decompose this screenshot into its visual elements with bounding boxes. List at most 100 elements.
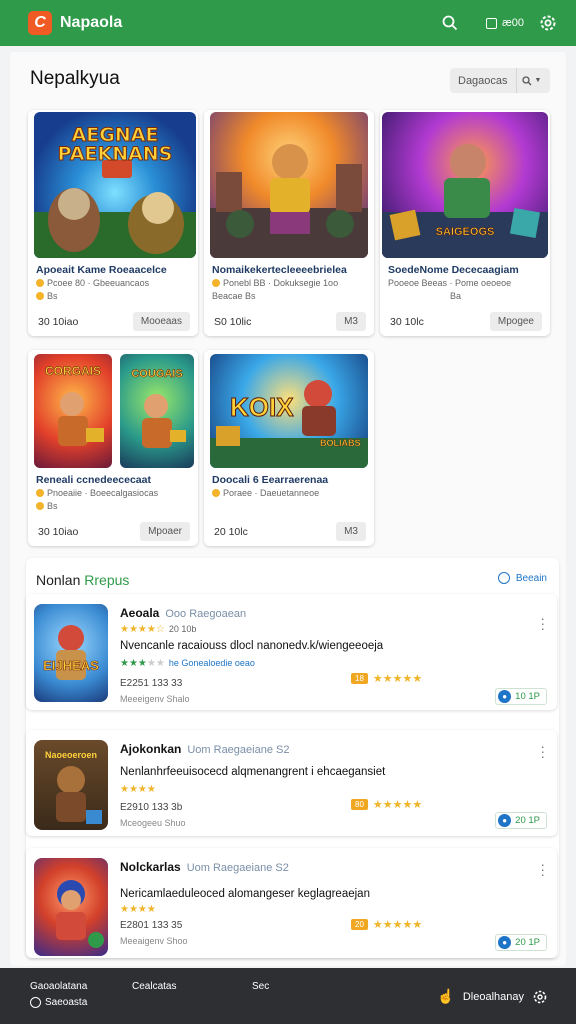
game-meta-secondary: Bs: [36, 291, 58, 301]
game-price: S0 10lic: [214, 316, 252, 328]
nav-tab-3[interactable]: Sec: [252, 981, 269, 992]
game-meta-secondary: Bs: [36, 501, 58, 511]
game-art: SAIGEOGS: [382, 112, 548, 258]
page-title: Nepalkyua: [30, 68, 120, 89]
coin-icon: ●: [498, 936, 512, 949]
coin-icon: [36, 292, 44, 300]
game-action-button[interactable]: M3: [336, 522, 366, 541]
price-pill[interactable]: ● 20 1P: [495, 934, 547, 951]
search-icon: [521, 75, 532, 85]
item-secondary-rating: ★★★★★ he Gonealoedie oeao: [120, 658, 255, 669]
search-icon[interactable]: [436, 9, 464, 37]
help-icon: [30, 997, 41, 1008]
nav-right-action[interactable]: ☝ Dleoalhanay: [437, 988, 548, 1005]
coin-icon: ●: [498, 814, 512, 827]
item-footnote: Meeaigenv Shoo: [120, 936, 188, 946]
hand-pointer-icon: ☝: [437, 988, 455, 1004]
price-pill[interactable]: ● 10 1P: [495, 688, 547, 705]
game-action-button[interactable]: Mooeaas: [132, 312, 190, 331]
list-item[interactable]: EIJHEAS Aeoala Ooo Raegoaean ★★★★☆ 20 10b …: [26, 594, 557, 710]
game-art-title: AEGNAE PAEKNANS: [57, 124, 173, 165]
game-meta-secondary: Ba: [450, 291, 462, 301]
item-footnote: Meeeigenv Shalo: [120, 694, 190, 704]
item-stats: E2910 133 3b: [120, 802, 183, 813]
sort-label: Dagaocas: [450, 68, 517, 93]
game-art: COUGAIS: [120, 354, 194, 468]
more-options-icon[interactable]: · · ·: [540, 857, 545, 881]
game-art: CORGAIS: [34, 354, 112, 468]
item-description: Nenlanhrfeeuisocecd alqmenangrent i ehca…: [120, 766, 386, 778]
game-art-title: SAIGEOGS: [435, 226, 495, 239]
game-title: Nomaikekertecleeeebrielea: [212, 264, 347, 276]
game-action-button[interactable]: Mpogee: [489, 312, 542, 331]
nav-tab-2[interactable]: Cealcatas: [132, 981, 176, 992]
settings-icon[interactable]: [534, 9, 562, 37]
sort-control[interactable]: Dagaocas ▼: [450, 68, 550, 93]
news-section: Nonlan Rrepus Beeain EIJHEAS Aeoala Ooo R…: [26, 558, 559, 958]
item-description: Nvencanle racaiouss dlocl nanonedv.k/wie…: [120, 640, 384, 652]
more-options-icon[interactable]: · · ·: [540, 611, 545, 635]
coin-icon: [212, 279, 220, 287]
item-title: Ajokonkan Uom Raegaeiane S2: [120, 742, 290, 756]
game-meta: Pooeoe Beeas · Pome oeoeoe: [388, 278, 512, 288]
game-art: KOIX BOLIABS: [210, 354, 368, 468]
game-card[interactable]: Nomaikekertecleeeebrielea Ponebl BB · Do…: [204, 110, 374, 336]
item-description: Nericamlaeduleoced alomangeser keglagrea…: [120, 888, 370, 900]
game-action-button[interactable]: M3: [336, 312, 366, 331]
game-thumbnail: [34, 858, 108, 956]
chevron-down-icon: ▼: [534, 77, 542, 84]
game-meta-secondary: Beacae Bs: [212, 291, 256, 301]
top-bar: C Napaola æ00: [0, 0, 576, 46]
nav-tab-1[interactable]: Gaoaolatana: [30, 981, 87, 992]
item-rating: ★★★★☆ 20 10b: [120, 624, 197, 635]
account-button[interactable]: æ00: [485, 17, 524, 29]
list-item[interactable]: Naoeoeroen Ajokonkan Uom Raegaeiane S2 Ne…: [26, 730, 557, 836]
item-star-rating: 18 ★★★★★: [351, 672, 422, 685]
game-price: 30 10lc: [390, 316, 424, 328]
item-title: Aeoala Ooo Raegoaean: [120, 606, 247, 620]
price-pill[interactable]: ● 20 1P: [495, 812, 547, 829]
coin-icon: [36, 489, 44, 497]
news-see-all-link[interactable]: Beeain: [497, 572, 547, 584]
game-art: [210, 112, 368, 258]
item-stats: E2801 133 35: [120, 920, 183, 931]
game-card[interactable]: KOIX BOLIABS Doocali 6 Eearraerenaa Pora…: [204, 350, 374, 546]
more-options-icon[interactable]: · · ·: [540, 739, 545, 763]
game-thumbnail: Naoeoeroen: [34, 740, 108, 830]
item-stats: E2251 133 33: [120, 678, 183, 689]
bottom-nav: Gaoaolatana Cealcatas Sec Saeoasta ☝ Dle…: [0, 968, 576, 1024]
game-title: SoedeNome Dececaagiam: [388, 264, 519, 276]
game-meta: Poraee · Daeuetanneoe: [212, 488, 319, 498]
main-panel: Nepalkyua Dagaocas ▼ AEGNAE PAEKNANS Apo…: [10, 52, 566, 966]
app-logo[interactable]: C: [28, 11, 52, 35]
coin-icon: [212, 489, 220, 497]
nav-sub-item[interactable]: Saeoasta: [30, 997, 87, 1008]
wallet-icon: [485, 17, 497, 29]
game-title: Apoeait Kame Roeaacelce: [36, 264, 167, 276]
item-star-rating: 20 ★★★★★: [351, 918, 422, 931]
news-section-title: Nonlan Rrepus: [36, 572, 130, 588]
item-footnote: Mceogeeu Shuo: [120, 818, 186, 828]
game-title: Doocali 6 Eearraerenaa: [212, 474, 329, 486]
app-title: Napaola: [60, 14, 123, 31]
coin-icon: [36, 279, 44, 287]
coin-icon: ●: [498, 690, 512, 703]
game-title: Reneali ccnedeececaat: [36, 474, 151, 486]
game-thumbnail: EIJHEAS: [34, 604, 108, 702]
game-action-button[interactable]: Mpoaer: [140, 522, 190, 541]
account-label: æ00: [501, 17, 524, 29]
game-meta: Pnoeaiie · Boeecalgasiocas: [36, 488, 158, 498]
game-card[interactable]: SAIGEOGS SoedeNome Dececaagiam Pooeoe Be…: [380, 110, 550, 336]
settings-icon: [533, 990, 547, 1003]
item-rating: ★★★★: [120, 784, 156, 795]
coin-icon: [36, 502, 44, 510]
game-art: AEGNAE PAEKNANS: [34, 112, 196, 258]
clock-icon: [497, 572, 510, 584]
list-item[interactable]: Nolckarlas Uom Raegaeiane S2 Nericamlaedu…: [26, 848, 557, 958]
game-price: 30 10iao: [38, 316, 79, 328]
item-rating: ★★★★: [120, 904, 156, 915]
game-card[interactable]: CORGAIS COUGAIS Reneali ccnedeececaat Pn…: [28, 350, 198, 546]
item-star-rating: 80 ★★★★★: [351, 798, 422, 811]
game-card[interactable]: AEGNAE PAEKNANS Apoeait Kame Roeaacelce …: [28, 110, 198, 336]
game-meta: Pcoee 80 · Gbeeuancaos: [36, 278, 149, 288]
